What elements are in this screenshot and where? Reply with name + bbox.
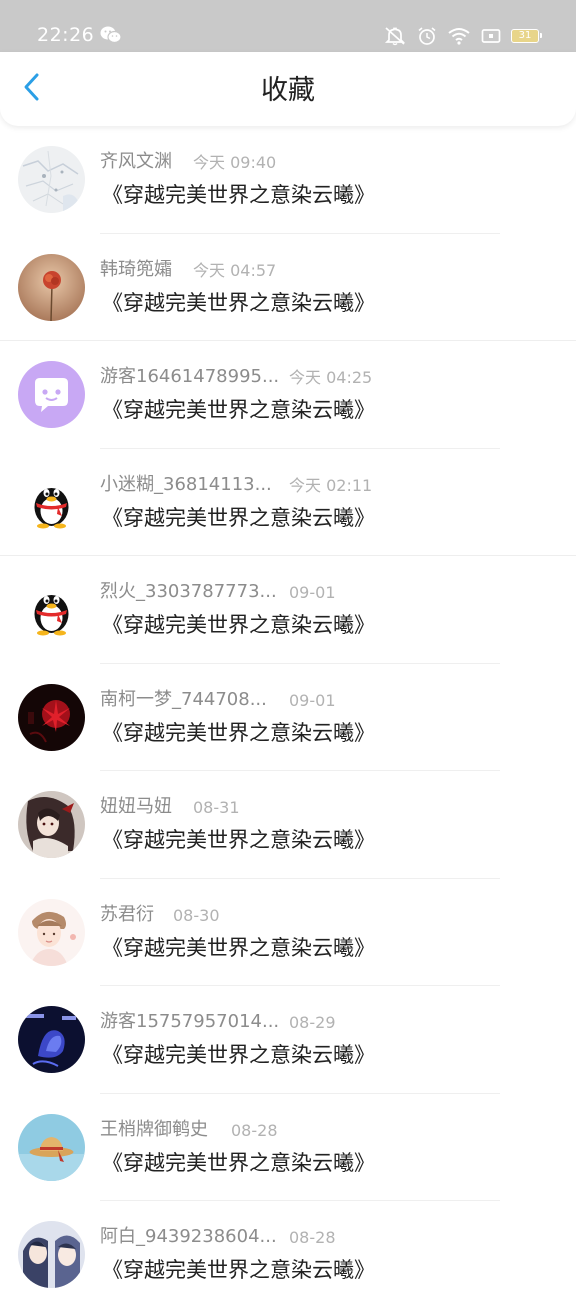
- status-time: 22:26: [37, 24, 95, 46]
- item-time: 09-01: [289, 690, 336, 710]
- list-item[interactable]: 小迷糊_36814113... 今天 02:11 《穿越完美世界之意染云曦》: [0, 449, 576, 556]
- avatar[interactable]: [18, 146, 85, 213]
- item-time: 今天 04:57: [193, 260, 277, 280]
- avatar[interactable]: [18, 1006, 85, 1073]
- list-item[interactable]: 王梢牌御鹌史 08-28 《穿越完美世界之意染云曦》: [0, 1094, 576, 1201]
- battery-icon: 31: [511, 29, 542, 43]
- item-username: 游客16461478995...: [100, 366, 280, 387]
- item-username: 韩琦篼孀: [100, 258, 172, 280]
- status-icons: 31: [383, 24, 542, 48]
- screen-icon: [481, 28, 501, 44]
- item-time: 08-30: [173, 905, 220, 925]
- item-username: 游客15757957014...: [100, 1011, 280, 1032]
- item-time: 今天 09:40: [193, 153, 277, 172]
- header: 收藏: [0, 52, 576, 126]
- item-time: 今天 02:11: [289, 475, 373, 495]
- avatar[interactable]: [18, 898, 85, 966]
- item-book-title[interactable]: 《穿越完美世界之意染云曦》: [102, 825, 375, 855]
- item-book-title[interactable]: 《穿越完美世界之意染云曦》: [102, 1255, 375, 1285]
- item-time: 今天 04:25: [289, 368, 373, 387]
- list-item[interactable]: 烈火_3303787773... 09-01 《穿越完美世界之意染云曦》: [0, 556, 576, 664]
- list-item[interactable]: 阿白_9439238604... 08-28 《穿越完美世界之意染云曦》: [0, 1201, 576, 1309]
- item-book-title[interactable]: 《穿越完美世界之意染云曦》: [102, 503, 375, 533]
- avatar[interactable]: [18, 576, 85, 643]
- wechat-icon: [100, 25, 122, 45]
- list-item[interactable]: 南柯一梦_744708... 09-01 《穿越完美世界之意染云曦》: [0, 664, 576, 771]
- list-item[interactable]: 苏君衍 08-30 《穿越完美世界之意染云曦》: [0, 879, 576, 986]
- avatar[interactable]: [18, 1221, 85, 1288]
- item-username: 烈火_3303787773...: [100, 581, 277, 602]
- avatar[interactable]: [18, 361, 85, 428]
- list-item[interactable]: 妞妞马妞 08-31 《穿越完美世界之意染云曦》: [0, 771, 576, 879]
- avatar[interactable]: [18, 253, 85, 321]
- avatar[interactable]: [18, 791, 85, 858]
- avatar[interactable]: [18, 683, 85, 751]
- list-item[interactable]: 齐风文渊 今天 09:40 《穿越完美世界之意染云曦》: [0, 126, 576, 234]
- avatar[interactable]: [18, 1113, 85, 1181]
- mute-icon: [383, 26, 407, 46]
- item-book-title[interactable]: 《穿越完美世界之意染云曦》: [102, 718, 375, 748]
- item-time: 08-28: [289, 1228, 336, 1247]
- item-username: 王梢牌御鹌史: [100, 1118, 208, 1140]
- item-book-title[interactable]: 《穿越完美世界之意染云曦》: [102, 1040, 375, 1070]
- item-book-title[interactable]: 《穿越完美世界之意染云曦》: [102, 395, 375, 425]
- item-username: 齐风文渊: [100, 151, 172, 172]
- item-time: 08-28: [231, 1120, 278, 1140]
- item-time: 08-29: [289, 1013, 336, 1032]
- item-time: 09-01: [289, 583, 336, 602]
- item-username: 妞妞马妞: [100, 796, 172, 817]
- item-book-title[interactable]: 《穿越完美世界之意染云曦》: [102, 288, 375, 318]
- list-item[interactable]: 韩琦篼孀 今天 04:57 《穿越完美世界之意染云曦》: [0, 234, 576, 341]
- battery-level: 31: [518, 30, 532, 41]
- item-book-title[interactable]: 《穿越完美世界之意染云曦》: [102, 933, 375, 963]
- item-username: 南柯一梦_744708...: [100, 688, 267, 710]
- list-item[interactable]: 游客15757957014... 08-29 《穿越完美世界之意染云曦》: [0, 986, 576, 1094]
- item-book-title[interactable]: 《穿越完美世界之意染云曦》: [102, 180, 375, 210]
- status-bar: 22:26 31: [0, 0, 576, 52]
- item-book-title[interactable]: 《穿越完美世界之意染云曦》: [102, 610, 375, 640]
- wifi-icon: [447, 26, 471, 46]
- list-item[interactable]: 游客16461478995... 今天 04:25 《穿越完美世界之意染云曦》: [0, 341, 576, 449]
- item-time: 08-31: [193, 798, 240, 817]
- page-title: 收藏: [261, 75, 315, 106]
- item-username: 小迷糊_36814113...: [100, 473, 272, 495]
- item-book-title[interactable]: 《穿越完美世界之意染云曦》: [102, 1148, 375, 1178]
- item-username: 苏君衍: [100, 903, 154, 925]
- alarm-icon: [417, 26, 437, 46]
- favorites-list: 齐风文渊 今天 09:40 《穿越完美世界之意染云曦》 韩琦篼孀 今天 04:5…: [0, 126, 576, 1309]
- item-username: 阿白_9439238604...: [100, 1226, 277, 1247]
- avatar[interactable]: [18, 468, 85, 536]
